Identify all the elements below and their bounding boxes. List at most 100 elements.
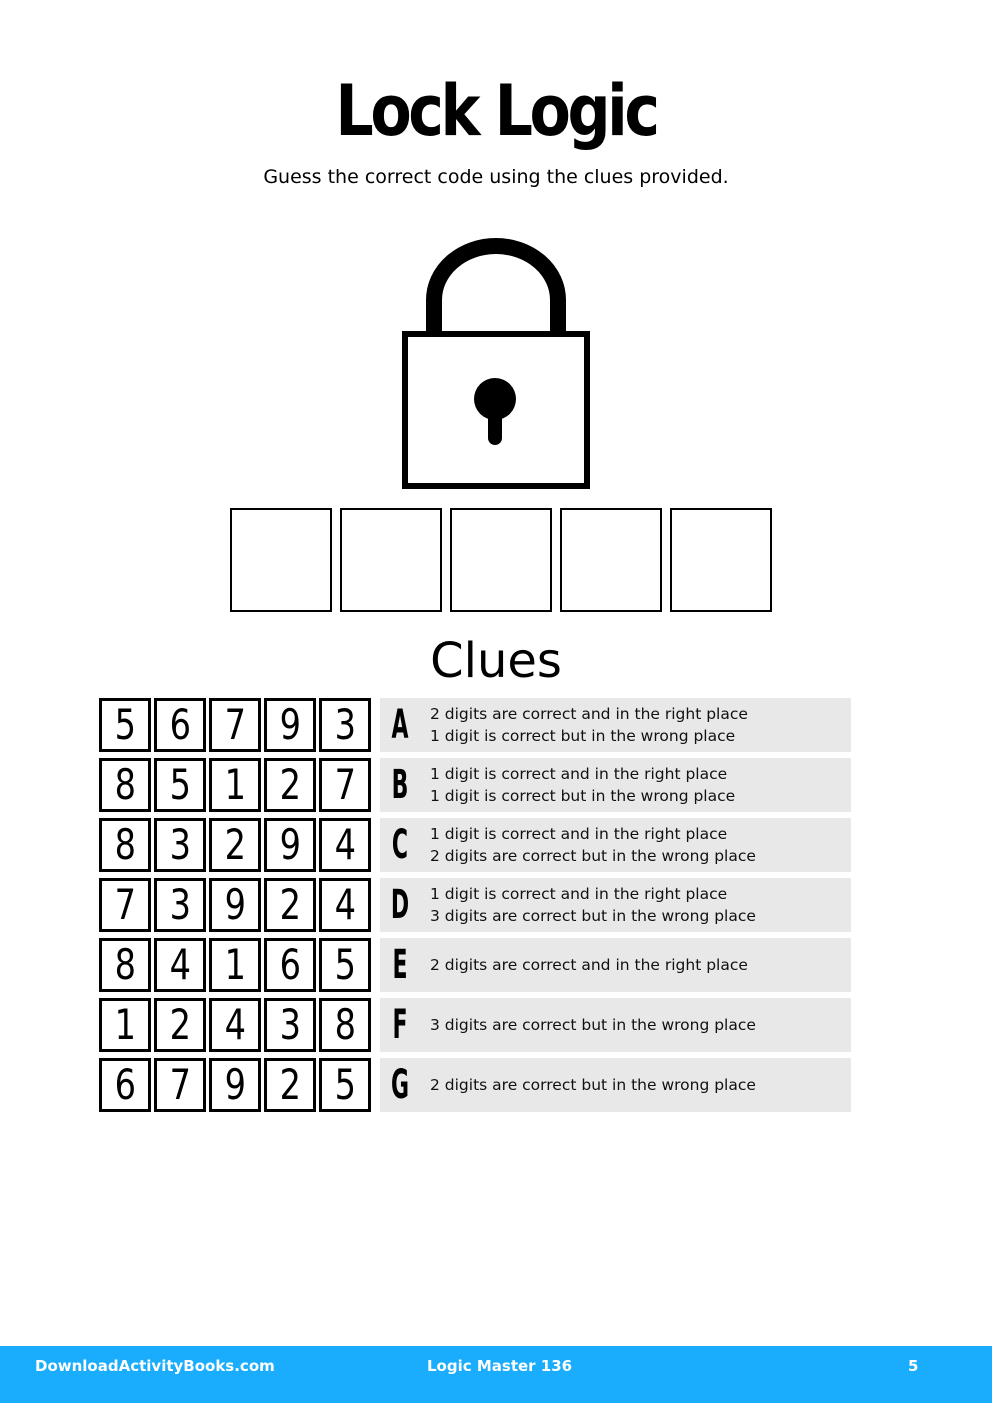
digit: 8	[334, 1000, 356, 1049]
footer-book-title: Logic Master 136	[427, 1357, 573, 1375]
digit: 1	[224, 760, 246, 809]
clue-list: 56793A2 digits are correct and in the ri…	[99, 698, 851, 1118]
clue-panel: F 3 digits are correct but in the wrong p…	[380, 998, 851, 1052]
digit: 8	[114, 940, 136, 989]
digit-box: 8	[99, 938, 151, 992]
digit-box: 7	[99, 878, 151, 932]
clue-row-a: 56793A2 digits are correct and in the ri…	[99, 698, 851, 752]
digit: 9	[279, 820, 301, 869]
keyhole-slot	[488, 403, 502, 445]
digit-box: 9	[209, 878, 261, 932]
footer: DownloadActivityBooks.com Logic Master 1…	[0, 1346, 992, 1403]
digit: 9	[224, 880, 246, 929]
digit-box: 4	[154, 938, 206, 992]
digit: 3	[279, 1000, 301, 1049]
clue-row-g: 67925G2 digits are correct but in the wr…	[99, 1058, 851, 1112]
digit-box: 6	[264, 938, 316, 992]
digit-box: 1	[99, 998, 151, 1052]
code-box[interactable]	[560, 508, 662, 612]
digit-box: 7	[319, 758, 371, 812]
digit: 4	[334, 820, 356, 869]
footer-site: DownloadActivityBooks.com	[35, 1357, 275, 1375]
clue-text: 2 digits are correct and in the right pl…	[430, 954, 748, 976]
digit-box: 9	[264, 698, 316, 752]
clue-line: 2 digits are correct and in the right pl…	[430, 705, 748, 723]
digit: 6	[169, 700, 191, 749]
digit-box: 3	[154, 878, 206, 932]
clue-text: 2 digits are correct but in the wrong pl…	[430, 1074, 756, 1096]
clue-panel: A 2 digits are correct and in the right p…	[380, 698, 851, 752]
digit-box: 5	[154, 758, 206, 812]
digit: 5	[334, 1060, 356, 1109]
clue-letter: E	[392, 942, 408, 988]
digit-box: 2	[209, 818, 261, 872]
digit-box: 3	[154, 818, 206, 872]
code-box[interactable]	[340, 508, 442, 612]
clue-line: 1 digit is correct and in the right plac…	[430, 885, 728, 903]
clue-letter: A	[391, 702, 409, 748]
clue-line: 2 digits are correct but in the wrong pl…	[430, 1076, 756, 1094]
digit: 4	[169, 940, 191, 989]
digit: 4	[224, 1000, 246, 1049]
digit-box: 7	[209, 698, 261, 752]
clue-letter: F	[392, 1002, 408, 1048]
clue-line: 1 digit is correct but in the wrong plac…	[430, 727, 736, 745]
digit-box: 4	[209, 998, 261, 1052]
code-box[interactable]	[450, 508, 552, 612]
clue-line: 2 digits are correct and in the right pl…	[430, 956, 748, 974]
clue-letter: C	[391, 822, 409, 868]
clue-line: 1 digit is correct and in the right plac…	[430, 765, 728, 783]
digit: 9	[279, 700, 301, 749]
digit-box: 8	[319, 998, 371, 1052]
padlock-icon	[402, 238, 590, 489]
clue-digits: 83294	[99, 818, 371, 872]
digit-box: 4	[319, 878, 371, 932]
digit: 2	[169, 1000, 191, 1049]
code-box[interactable]	[670, 508, 772, 612]
clue-letter: G	[390, 1062, 410, 1108]
digit-box: 9	[209, 1058, 261, 1112]
digit: 3	[169, 880, 191, 929]
digit-box: 6	[154, 698, 206, 752]
clues-heading: Clues	[430, 633, 562, 689]
digit: 5	[334, 940, 356, 989]
clue-line: 1 digit is correct and in the right plac…	[430, 825, 728, 843]
clue-line: 3 digits are correct but in the wrong pl…	[430, 907, 756, 925]
digit: 1	[114, 1000, 136, 1049]
clue-digits: 73924	[99, 878, 371, 932]
digit-box: 3	[264, 998, 316, 1052]
digit: 8	[114, 820, 136, 869]
digit: 3	[169, 820, 191, 869]
digit: 3	[334, 700, 356, 749]
clue-text: 3 digits are correct but in the wrong pl…	[430, 1014, 756, 1036]
code-box[interactable]	[230, 508, 332, 612]
clue-letter: B	[391, 762, 409, 808]
clue-line: 3 digits are correct but in the wrong pl…	[430, 1016, 756, 1034]
clue-text: 2 digits are correct and in the right pl…	[430, 703, 748, 747]
clue-row-b: 85127B1 digit is correct and in the righ…	[99, 758, 851, 812]
digit: 2	[279, 880, 301, 929]
clue-panel: G 2 digits are correct but in the wrong p…	[380, 1058, 851, 1112]
digit-box: 9	[264, 818, 316, 872]
digit-box: 1	[209, 938, 261, 992]
digit: 7	[334, 760, 356, 809]
digit: 2	[279, 760, 301, 809]
digit-box: 2	[264, 1058, 316, 1112]
digit: 9	[224, 1060, 246, 1109]
clue-row-e: 84165E 2 digits are correct and in the ri…	[99, 938, 851, 992]
digit-box: 2	[264, 878, 316, 932]
digit-box: 2	[264, 758, 316, 812]
digit-box: 2	[154, 998, 206, 1052]
shackle	[426, 238, 566, 334]
instructions: Guess the correct code using the clues p…	[263, 166, 729, 188]
digit-box: 5	[99, 698, 151, 752]
digit: 5	[114, 700, 136, 749]
clue-digits: 56793	[99, 698, 371, 752]
digit-box: 6	[99, 1058, 151, 1112]
digit: 5	[169, 760, 191, 809]
digit: 7	[114, 880, 136, 929]
clue-row-d: 73924D1 digit is correct and in the righ…	[99, 878, 851, 932]
digit-box: 4	[319, 818, 371, 872]
clue-text: 1 digit is correct and in the right plac…	[430, 763, 735, 807]
clue-panel: C 1 digit is correct and in the right pla…	[380, 818, 851, 872]
